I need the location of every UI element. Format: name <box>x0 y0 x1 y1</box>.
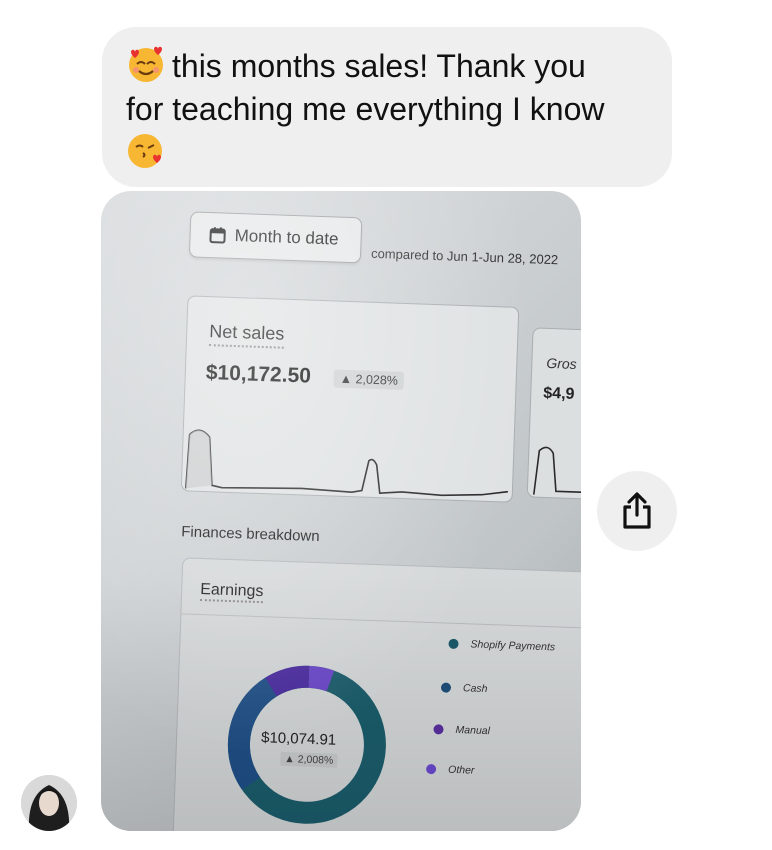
earnings-title: Earnings <box>199 580 264 604</box>
net-sales-change: ▲ 2,028% <box>333 369 405 390</box>
message-line-2: for teaching me everything I know <box>126 91 605 127</box>
share-button[interactable] <box>597 471 677 551</box>
gross-sales-sparkline <box>532 446 581 495</box>
legend-label: Cash <box>462 682 488 696</box>
gross-sales-title: Gros <box>546 354 577 372</box>
donut-change-badge: ▲ 2,008% <box>280 751 338 768</box>
finances-breakdown-title: Finances breakdown <box>180 523 320 546</box>
net-sales-value: $10,172.50 <box>205 361 312 388</box>
message-line-1: this months sales! Thank you <box>126 44 642 88</box>
face-blowing-kiss-icon <box>128 134 162 168</box>
gross-sales-card: Gros $4,9 <box>526 327 581 501</box>
donut-total-value: $10,074.91 <box>260 729 337 749</box>
earnings-card: Earnings $10,074.91 ▲ 2,008% Shopify Pay… <box>171 557 581 831</box>
earnings-header: Earnings <box>181 558 581 629</box>
legend-label: Manual <box>455 723 491 738</box>
legend-dot <box>433 724 444 735</box>
message-bubble[interactable]: this months sales! Thank you for teachin… <box>102 27 672 187</box>
photo-attachment[interactable]: Month to date compared to Jun 1-Jun 28, … <box>101 191 581 831</box>
legend-dot <box>440 682 452 693</box>
legend-item: Shopify Payments <box>448 638 556 654</box>
date-button-label: Month to date <box>234 225 339 249</box>
legend-item: Manual <box>433 723 490 737</box>
message-text-line-1: this months sales! Thank you <box>172 48 586 84</box>
share-icon <box>623 492 651 529</box>
user-avatar-icon <box>21 775 77 831</box>
calendar-icon <box>209 227 226 244</box>
smiling-face-with-hearts-icon <box>129 46 163 82</box>
legend-dot <box>448 638 459 650</box>
gross-sales-value: $4,9 <box>543 384 575 403</box>
analytics-dashboard-photo: Month to date compared to Jun 1-Jun 28, … <box>101 191 581 831</box>
legend-item: Cash <box>440 681 488 696</box>
net-sales-sparkline <box>184 429 508 497</box>
legend-dot <box>425 763 437 775</box>
date-range-button: Month to date <box>188 211 363 264</box>
message-line-3 <box>126 131 642 175</box>
legend-label: Other <box>447 763 475 777</box>
legend-label: Shopify Payments <box>470 638 556 654</box>
comparison-text: compared to Jun 1-Jun 28, 2022 <box>370 245 559 268</box>
legend-item: Other <box>425 763 475 777</box>
net-sales-title: Net sales <box>208 321 285 349</box>
net-sales-card: Net sales $10,172.50 ▲ 2,028% <box>180 295 520 503</box>
sender-avatar[interactable] <box>21 775 77 831</box>
